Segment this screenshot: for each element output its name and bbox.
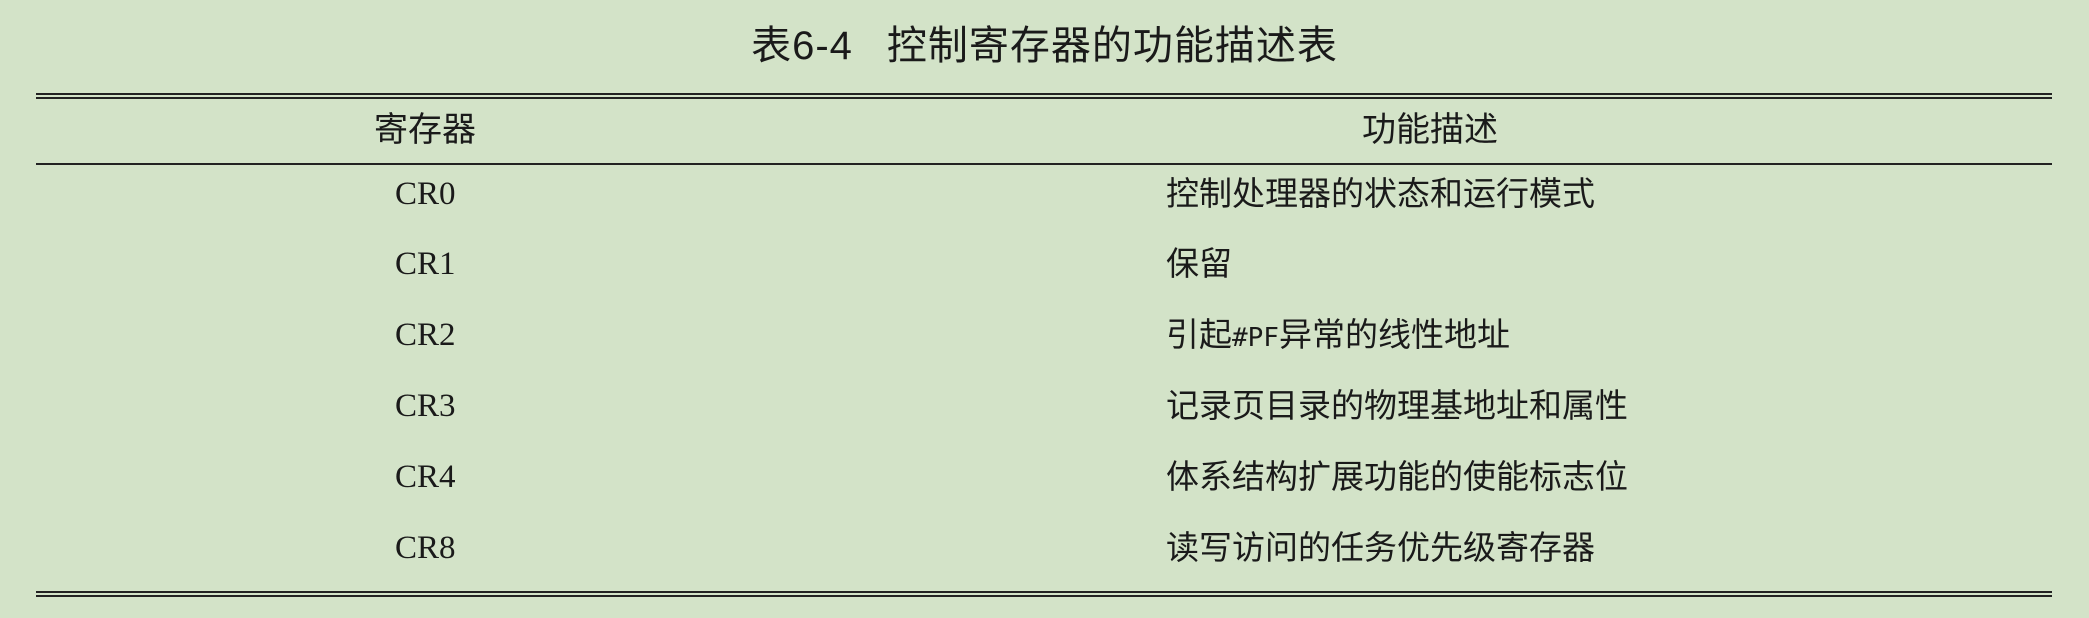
register-cell: CR3 — [395, 388, 456, 424]
description-cell: 读写访问的任务优先级寄存器 — [1166, 528, 1595, 567]
description-text: 异常的线性地址 — [1278, 315, 1510, 354]
column-header-register: 寄存器 — [374, 110, 476, 150]
description-text: 引起 — [1166, 315, 1232, 354]
table-header-rule — [36, 163, 2052, 165]
table-row: CR3 记录页目录的物理基地址和属性 — [0, 382, 2089, 452]
description-cell: 记录页目录的物理基地址和属性 — [1166, 386, 1628, 425]
description-cell: 保留 — [1166, 244, 1232, 283]
table-top-rule — [36, 93, 2052, 99]
register-cell: CR8 — [395, 530, 456, 566]
register-cell: CR0 — [395, 176, 456, 212]
table-title: 控制寄存器的功能描述表 — [886, 23, 1338, 69]
column-header-description: 功能描述 — [1362, 110, 1498, 150]
table-row: CR4 体系结构扩展功能的使能标志位 — [0, 453, 2089, 523]
description-cell: 引起#PF异常的线性地址 — [1166, 311, 1510, 362]
table-row: CR1 保留 — [0, 240, 2089, 310]
register-cell: CR1 — [395, 246, 456, 282]
table-bottom-rule — [36, 591, 2052, 597]
table-row: CR0 控制处理器的状态和运行模式 — [0, 170, 2089, 240]
table-number: 表6-4 — [751, 24, 853, 68]
table-row: CR8 读写访问的任务优先级寄存器 — [0, 524, 2089, 594]
description-cell: 体系结构扩展功能的使能标志位 — [1166, 457, 1628, 496]
exception-code: #PF — [1232, 323, 1279, 353]
register-cell: CR2 — [395, 317, 456, 353]
table-row: CR2 引起#PF异常的线性地址 — [0, 311, 2089, 381]
table-caption: 表6-4 控制寄存器的功能描述表 — [0, 18, 2089, 74]
register-cell: CR4 — [395, 459, 456, 495]
description-cell: 控制处理器的状态和运行模式 — [1166, 174, 1595, 213]
